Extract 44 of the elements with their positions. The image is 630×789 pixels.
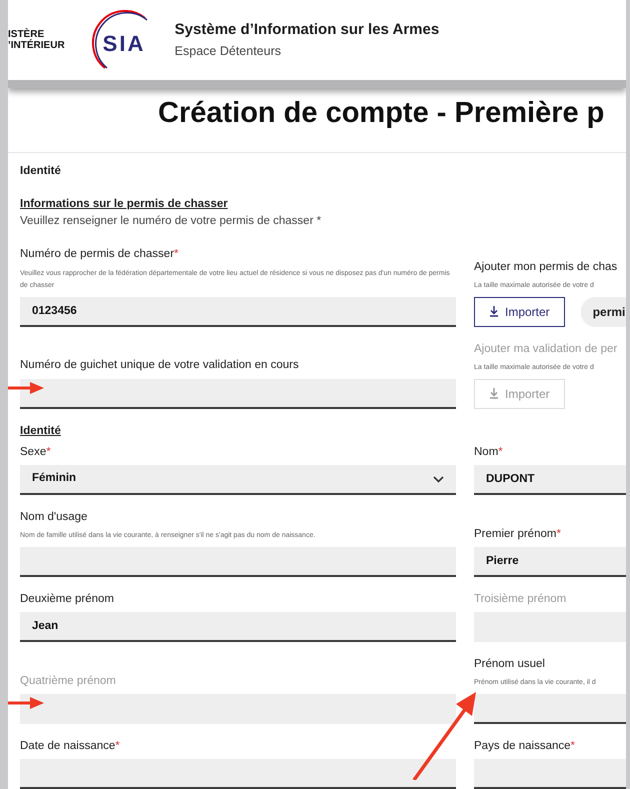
field-label: Pays de naissance* — [474, 738, 576, 754]
field-label: Nom* — [474, 444, 504, 460]
input-field[interactable] — [20, 378, 456, 409]
select-field[interactable]: Féminin — [20, 465, 456, 496]
field-label: Numéro de guichet unique de votre validation en cours — [20, 358, 300, 374]
input-field[interactable]: Jean — [20, 612, 456, 642]
import-button[interactable]: Importer — [474, 296, 565, 327]
field-label: Ajouter mon permis de chas — [474, 260, 618, 275]
input-field[interactable] — [20, 546, 456, 577]
required-mark: * — [498, 446, 503, 458]
field-label: Sexe* — [20, 444, 52, 460]
field-label: Premier prénom* — [474, 526, 562, 542]
instruction-text: Veuillez renseigner le numéro de votre permis de chasser * — [20, 214, 322, 229]
field-label: Numéro de permis de chasser* — [20, 247, 180, 262]
field-label: Troisième prénom — [474, 592, 568, 607]
section-heading: Identité — [20, 424, 62, 439]
section-heading: Informations sur le permis de chasser — [20, 196, 229, 212]
field-label: Quatrième prénom — [20, 674, 117, 689]
field-label: Deuxième prénom — [20, 592, 115, 607]
file-name: permi — [580, 296, 626, 327]
required-mark: * — [556, 528, 561, 540]
required-mark: * — [115, 740, 120, 752]
required-mark: * — [46, 446, 51, 458]
field-label: Nom d'usage — [20, 510, 88, 526]
input-field[interactable]: 0123456 — [20, 296, 456, 327]
field-label: Prénom usuel — [474, 657, 546, 672]
app-subtitle: Espace Détenteurs — [174, 42, 282, 60]
input-field[interactable] — [20, 759, 456, 789]
logo[interactable]: SIA — [84, 10, 155, 70]
input-field[interactable]: Pierre — [474, 546, 626, 577]
input-field[interactable] — [474, 759, 626, 789]
step-label: Identité — [20, 164, 62, 178]
required-mark: * — [174, 248, 179, 260]
app-title: Système d’Information sur les Armes — [174, 20, 440, 40]
input-field[interactable]: DUPONT — [474, 465, 626, 496]
page-title: Création de compte - Première p — [157, 96, 606, 131]
required-mark: * — [570, 740, 576, 752]
download-icon — [489, 306, 499, 318]
chevron-down-icon — [433, 476, 444, 483]
download-icon — [489, 388, 499, 400]
field-label: Date de naissance* — [20, 738, 121, 754]
field-label: Ajouter ma validation de per — [474, 342, 618, 357]
input-field[interactable] — [474, 694, 626, 724]
ministry-name: ISTÈRE ’INTÉRIEUR — [8, 29, 65, 51]
